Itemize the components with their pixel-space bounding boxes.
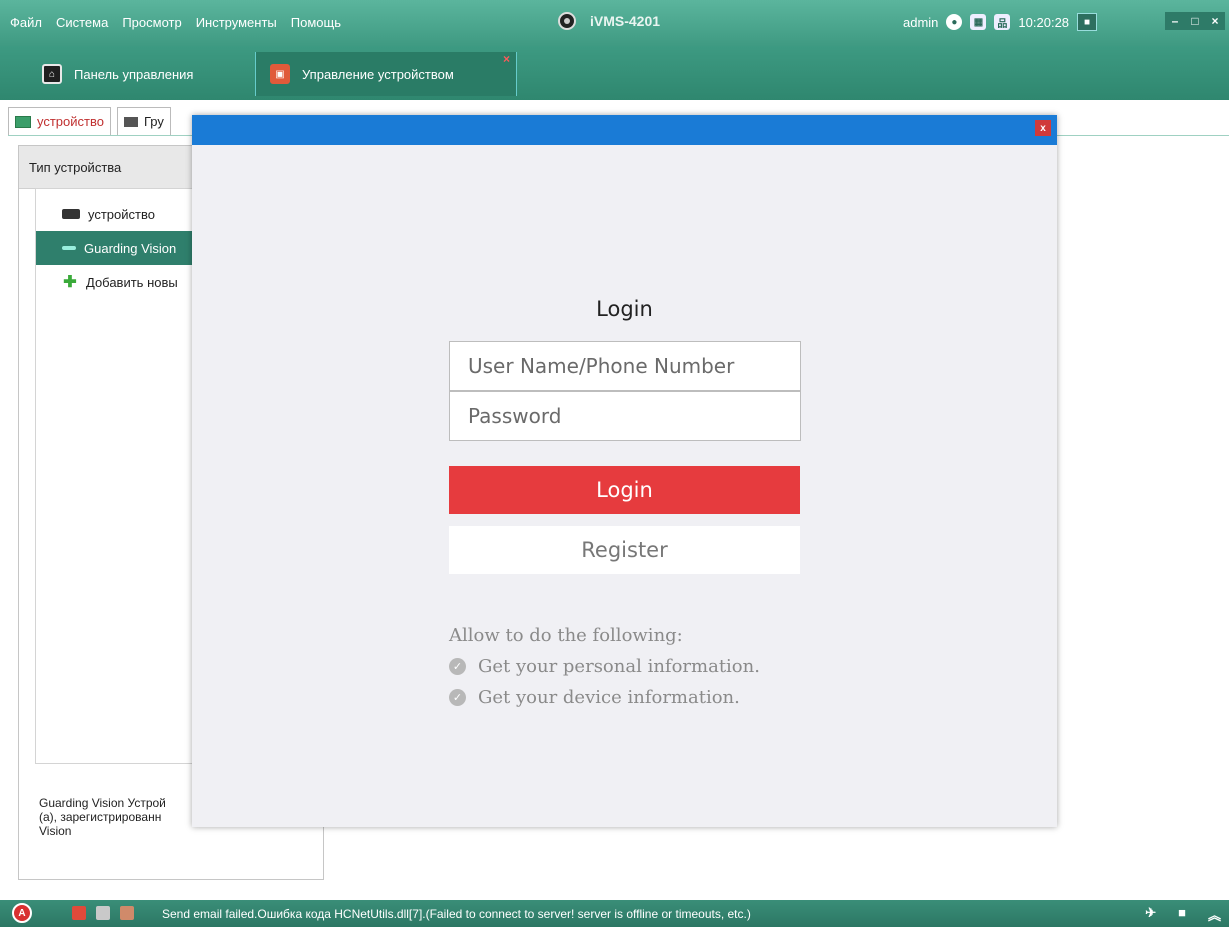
app-title: iVMS-4201 xyxy=(590,13,661,29)
status-message: Send email failed.Ошибка кода HCNetUtils… xyxy=(162,907,751,921)
dialog-close-button[interactable]: x xyxy=(1035,120,1051,136)
menu-system[interactable]: Система xyxy=(56,15,108,30)
status-right-controls: ✈ ■ ︽ xyxy=(1145,905,1221,924)
list-item-label: устройство xyxy=(88,206,155,222)
menu-view[interactable]: Просмотр xyxy=(122,15,181,30)
maximize-button[interactable]: □ xyxy=(1185,12,1205,30)
camera-lens-icon xyxy=(558,12,576,30)
clock: 10:20:28 xyxy=(1018,14,1070,30)
dvr-icon xyxy=(62,209,80,219)
cpu-icon[interactable]: ▦ xyxy=(970,14,987,30)
image-icon[interactable] xyxy=(96,906,110,920)
window-controls: – □ × xyxy=(1165,12,1225,30)
app-title-group: iVMS-4201 xyxy=(558,12,660,30)
collapse-up-icon[interactable]: ︽ xyxy=(1208,905,1221,924)
globe-icon[interactable]: ● xyxy=(946,14,963,30)
subtab-device[interactable]: устройство xyxy=(8,106,111,136)
list-item-label: Добавить новы xyxy=(86,274,178,290)
device-management-icon: ▣ xyxy=(270,64,290,84)
menu-help[interactable]: Помощь xyxy=(291,15,341,30)
record-icon[interactable] xyxy=(72,906,86,920)
permission-item: ✓ Get your personal information. xyxy=(449,656,760,677)
permission-text: Get your device information. xyxy=(478,687,740,708)
login-title: Login xyxy=(596,297,653,321)
lock-icon[interactable]: ■ xyxy=(1077,13,1098,31)
module-tab-bar: ⌂ Панель управления ▣ Управление устройс… xyxy=(0,46,1229,100)
network-icon[interactable]: 品 xyxy=(994,14,1011,30)
status-bar: A Send email failed.Ошибка кода HCNetUti… xyxy=(0,900,1229,927)
register-button[interactable]: Register xyxy=(449,526,800,574)
home-icon: ⌂ xyxy=(42,64,62,84)
menu-file[interactable]: Файл xyxy=(10,15,42,30)
check-icon: ✓ xyxy=(449,689,466,706)
list-item-label: Guarding Vision xyxy=(84,240,177,256)
tab-label: Управление устройством xyxy=(302,66,454,82)
group-icon xyxy=(123,116,138,127)
menu-bar: Файл Система Просмотр Инструменты Помощь xyxy=(10,15,341,30)
close-button[interactable]: × xyxy=(1205,12,1225,30)
user-name[interactable]: admin xyxy=(903,15,938,30)
status-area: admin ● ▦ 品 10:20:28 ■ xyxy=(903,13,1098,31)
tab-control-panel[interactable]: ⌂ Панель управления xyxy=(28,52,253,96)
status-icons xyxy=(72,906,134,920)
restore-icon[interactable]: ■ xyxy=(1178,905,1186,924)
minimize-button[interactable]: – xyxy=(1165,12,1185,30)
username-field[interactable] xyxy=(449,341,801,391)
subtab-label: устройство xyxy=(37,114,104,129)
title-bar: Файл Система Просмотр Инструменты Помощь… xyxy=(0,0,1229,46)
check-icon: ✓ xyxy=(449,658,466,675)
permission-text: Get your personal information. xyxy=(478,656,760,677)
menu-tools[interactable]: Инструменты xyxy=(196,15,277,30)
tab-device-management[interactable]: ▣ Управление устройством × xyxy=(255,52,517,96)
permission-item: ✓ Get your device information. xyxy=(449,687,740,708)
pin-icon[interactable]: ✈ xyxy=(1145,905,1156,924)
alarm-icon[interactable]: A xyxy=(12,903,32,923)
tab-label: Панель управления xyxy=(74,66,194,82)
login-dialog: x Login Login Register Allow to do the f… xyxy=(192,115,1057,827)
device-list-icon xyxy=(15,115,31,128)
cloud-device-icon xyxy=(62,246,76,250)
subtab-label: Гру xyxy=(143,114,164,129)
tab-close-icon[interactable]: × xyxy=(503,52,510,66)
permissions-title: Allow to do the following: xyxy=(449,625,683,646)
password-field[interactable] xyxy=(449,391,801,441)
speaker-icon[interactable] xyxy=(120,906,134,920)
login-button[interactable]: Login xyxy=(449,466,800,514)
subtab-group[interactable]: Гру xyxy=(116,106,171,136)
sub-tabs: устройство Гру xyxy=(8,106,171,136)
dialog-header: x xyxy=(192,115,1057,145)
add-icon: ✚ xyxy=(63,274,77,291)
